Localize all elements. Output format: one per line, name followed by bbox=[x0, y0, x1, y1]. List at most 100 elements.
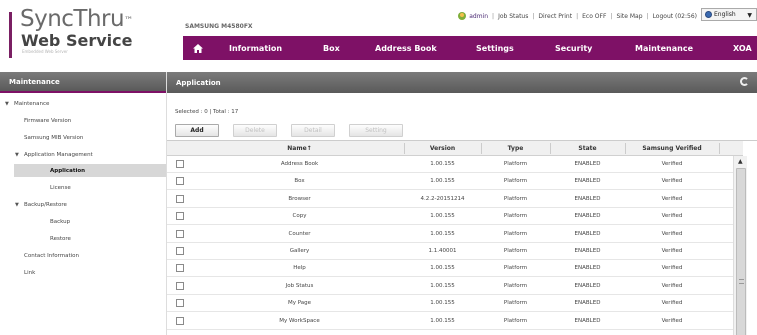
sidebar-item-maintenance[interactable]: Maintenance bbox=[5, 101, 50, 107]
cell-samsung-verified: Verified bbox=[661, 230, 683, 237]
language-select[interactable]: English ▼ bbox=[701, 8, 757, 21]
cell-state: ENABLED bbox=[574, 213, 601, 220]
direct-print-link[interactable]: Direct Print bbox=[538, 13, 572, 20]
nav-settings[interactable]: Settings bbox=[476, 44, 514, 53]
nav-maintenance[interactable]: Maintenance bbox=[635, 44, 693, 53]
cell-version: 1.00.155 bbox=[430, 161, 455, 167]
column-name[interactable]: Name↑ bbox=[195, 145, 404, 152]
logo-subtitle: Web Service bbox=[21, 31, 133, 50]
row-checkbox[interactable] bbox=[176, 299, 184, 308]
eco-link[interactable]: Eco OFF bbox=[582, 13, 606, 20]
table-row[interactable]: Address Book 1.00.155 Platform ENABLED Verif… bbox=[167, 156, 733, 173]
row-checkbox[interactable] bbox=[176, 212, 184, 221]
sidebar-item-restore[interactable]: Restore bbox=[50, 236, 71, 242]
column-type[interactable]: Type bbox=[481, 145, 550, 152]
panel-header: Application bbox=[167, 72, 757, 93]
sidebar: Maintenance Maintenance Firmware Version… bbox=[0, 72, 167, 335]
row-checkbox[interactable] bbox=[176, 281, 184, 290]
toolbar: Add Delete Detail Setting bbox=[167, 122, 757, 139]
sidebar-item-application-management[interactable]: Application Management bbox=[15, 152, 93, 158]
grip-icon bbox=[739, 279, 744, 284]
cell-version: 1.00.155 bbox=[430, 317, 455, 324]
cell-state: ENABLED bbox=[574, 248, 601, 254]
row-checkbox[interactable] bbox=[176, 316, 184, 325]
sidebar-item-backup-restore[interactable]: Backup/Restore bbox=[15, 202, 67, 208]
sidebar-item-license[interactable]: License bbox=[50, 185, 71, 191]
cell-type: Platform bbox=[503, 178, 528, 185]
cell-name: My WorkSpace bbox=[279, 317, 320, 324]
cell-state: ENABLED bbox=[574, 300, 601, 307]
language-value: English bbox=[714, 11, 736, 18]
scrollbar-thumb[interactable] bbox=[736, 168, 746, 335]
cell-samsung-verified: Verified bbox=[661, 248, 683, 254]
cell-version: 1.1.40001 bbox=[428, 248, 457, 254]
sidebar-item-link[interactable]: Link bbox=[24, 270, 35, 276]
column-version[interactable]: Version bbox=[404, 145, 481, 152]
row-checkbox[interactable] bbox=[176, 194, 184, 203]
setting-button[interactable]: Setting bbox=[349, 124, 403, 137]
row-checkbox[interactable] bbox=[176, 177, 184, 186]
sidebar-item-samsung-mib-version[interactable]: Samsung MIB Version bbox=[24, 135, 83, 141]
cell-state: ENABLED bbox=[574, 230, 601, 237]
table-row[interactable]: Copy 1.00.155 Platform ENABLED Verified bbox=[167, 208, 733, 226]
table-row[interactable]: Browser 4.2.2-20151214 Platform ENABLED Veri… bbox=[167, 191, 733, 208]
cell-type: Platform bbox=[503, 248, 528, 254]
table-row[interactable]: Help 1.00.155 Platform ENABLED Verified bbox=[167, 260, 733, 278]
cell-version: 1.00.155 bbox=[430, 230, 455, 237]
nav-security[interactable]: Security bbox=[555, 44, 592, 53]
sidebar-item-application[interactable]: Application bbox=[50, 168, 85, 174]
row-checkbox[interactable] bbox=[176, 264, 184, 273]
brand-bar bbox=[9, 12, 12, 58]
table-row[interactable]: My Page 1.00.155 Platform ENABLED Verified bbox=[167, 295, 733, 313]
add-button[interactable]: Add bbox=[175, 124, 219, 137]
user-icon bbox=[458, 12, 467, 20]
home-button[interactable] bbox=[183, 36, 213, 60]
job-status-link[interactable]: Job Status bbox=[498, 13, 528, 20]
nav-box[interactable]: Box bbox=[323, 44, 340, 53]
row-checkbox[interactable] bbox=[176, 160, 184, 168]
table-row[interactable]: Counter 1.00.155 Platform ENABLED Verified bbox=[167, 226, 733, 243]
cell-name: Box bbox=[294, 178, 305, 185]
cell-name: Browser bbox=[288, 195, 311, 202]
cell-samsung-verified: Verified bbox=[661, 178, 683, 185]
cell-version: 1.00.155 bbox=[430, 213, 455, 220]
column-samsung-verified[interactable]: Samsung Verified bbox=[625, 145, 719, 152]
selection-summary: Selected : 0 | Total : 17 bbox=[175, 109, 239, 115]
sidebar-item-firmware-version[interactable]: Firmware Version bbox=[24, 118, 71, 124]
site-map-link[interactable]: Site Map bbox=[616, 13, 642, 20]
user-name: admin bbox=[469, 12, 489, 20]
sidebar-item-contact-information[interactable]: Contact Information bbox=[24, 253, 79, 259]
cell-state: ENABLED bbox=[574, 282, 601, 289]
nav-xoa[interactable]: XOA bbox=[733, 44, 752, 53]
cell-type: Platform bbox=[503, 195, 528, 202]
logout-link[interactable]: Logout (02:56) bbox=[653, 13, 697, 20]
nav-information[interactable]: Information bbox=[229, 44, 282, 53]
cell-samsung-verified: Verified bbox=[661, 317, 683, 324]
sidebar-title: Maintenance bbox=[0, 72, 166, 93]
table-row[interactable]: My WorkSpace 1.00.155 Platform ENABLED Verif… bbox=[167, 313, 733, 330]
cell-name: My Page bbox=[287, 300, 312, 307]
sidebar-item-backup[interactable]: Backup bbox=[50, 219, 70, 225]
table-header: Name↑ Version Type State Samsung Verifie… bbox=[167, 141, 743, 156]
cell-type: Platform bbox=[503, 230, 528, 237]
cell-type: Platform bbox=[503, 317, 528, 324]
cell-type: Platform bbox=[503, 300, 528, 307]
sidebar-selection-highlight bbox=[14, 164, 166, 177]
scroll-up-icon[interactable]: ▲ bbox=[738, 158, 743, 165]
table-scrollbar[interactable]: ▲ bbox=[733, 156, 747, 335]
cell-type: Platform bbox=[503, 265, 528, 272]
column-state[interactable]: State bbox=[550, 145, 625, 152]
row-checkbox[interactable] bbox=[176, 247, 184, 255]
nav-address-book[interactable]: Address Book bbox=[375, 44, 437, 53]
detail-button[interactable]: Detail bbox=[291, 124, 335, 137]
main-panel: Application Selected : 0 | Total : 17 Ad… bbox=[167, 72, 757, 335]
cell-samsung-verified: Verified bbox=[661, 282, 683, 289]
table-row[interactable]: Box 1.00.155 Platform ENABLED Verified bbox=[167, 173, 733, 191]
cell-name: Help bbox=[293, 265, 306, 272]
row-checkbox[interactable] bbox=[176, 229, 184, 238]
table-row[interactable]: Job Status 1.00.155 Platform ENABLED Verifie… bbox=[167, 278, 733, 295]
delete-button[interactable]: Delete bbox=[233, 124, 277, 137]
refresh-icon[interactable] bbox=[740, 77, 749, 86]
table-row[interactable]: Gallery 1.1.40001 Platform ENABLED Verified bbox=[167, 243, 733, 260]
cell-state: ENABLED bbox=[574, 178, 601, 185]
